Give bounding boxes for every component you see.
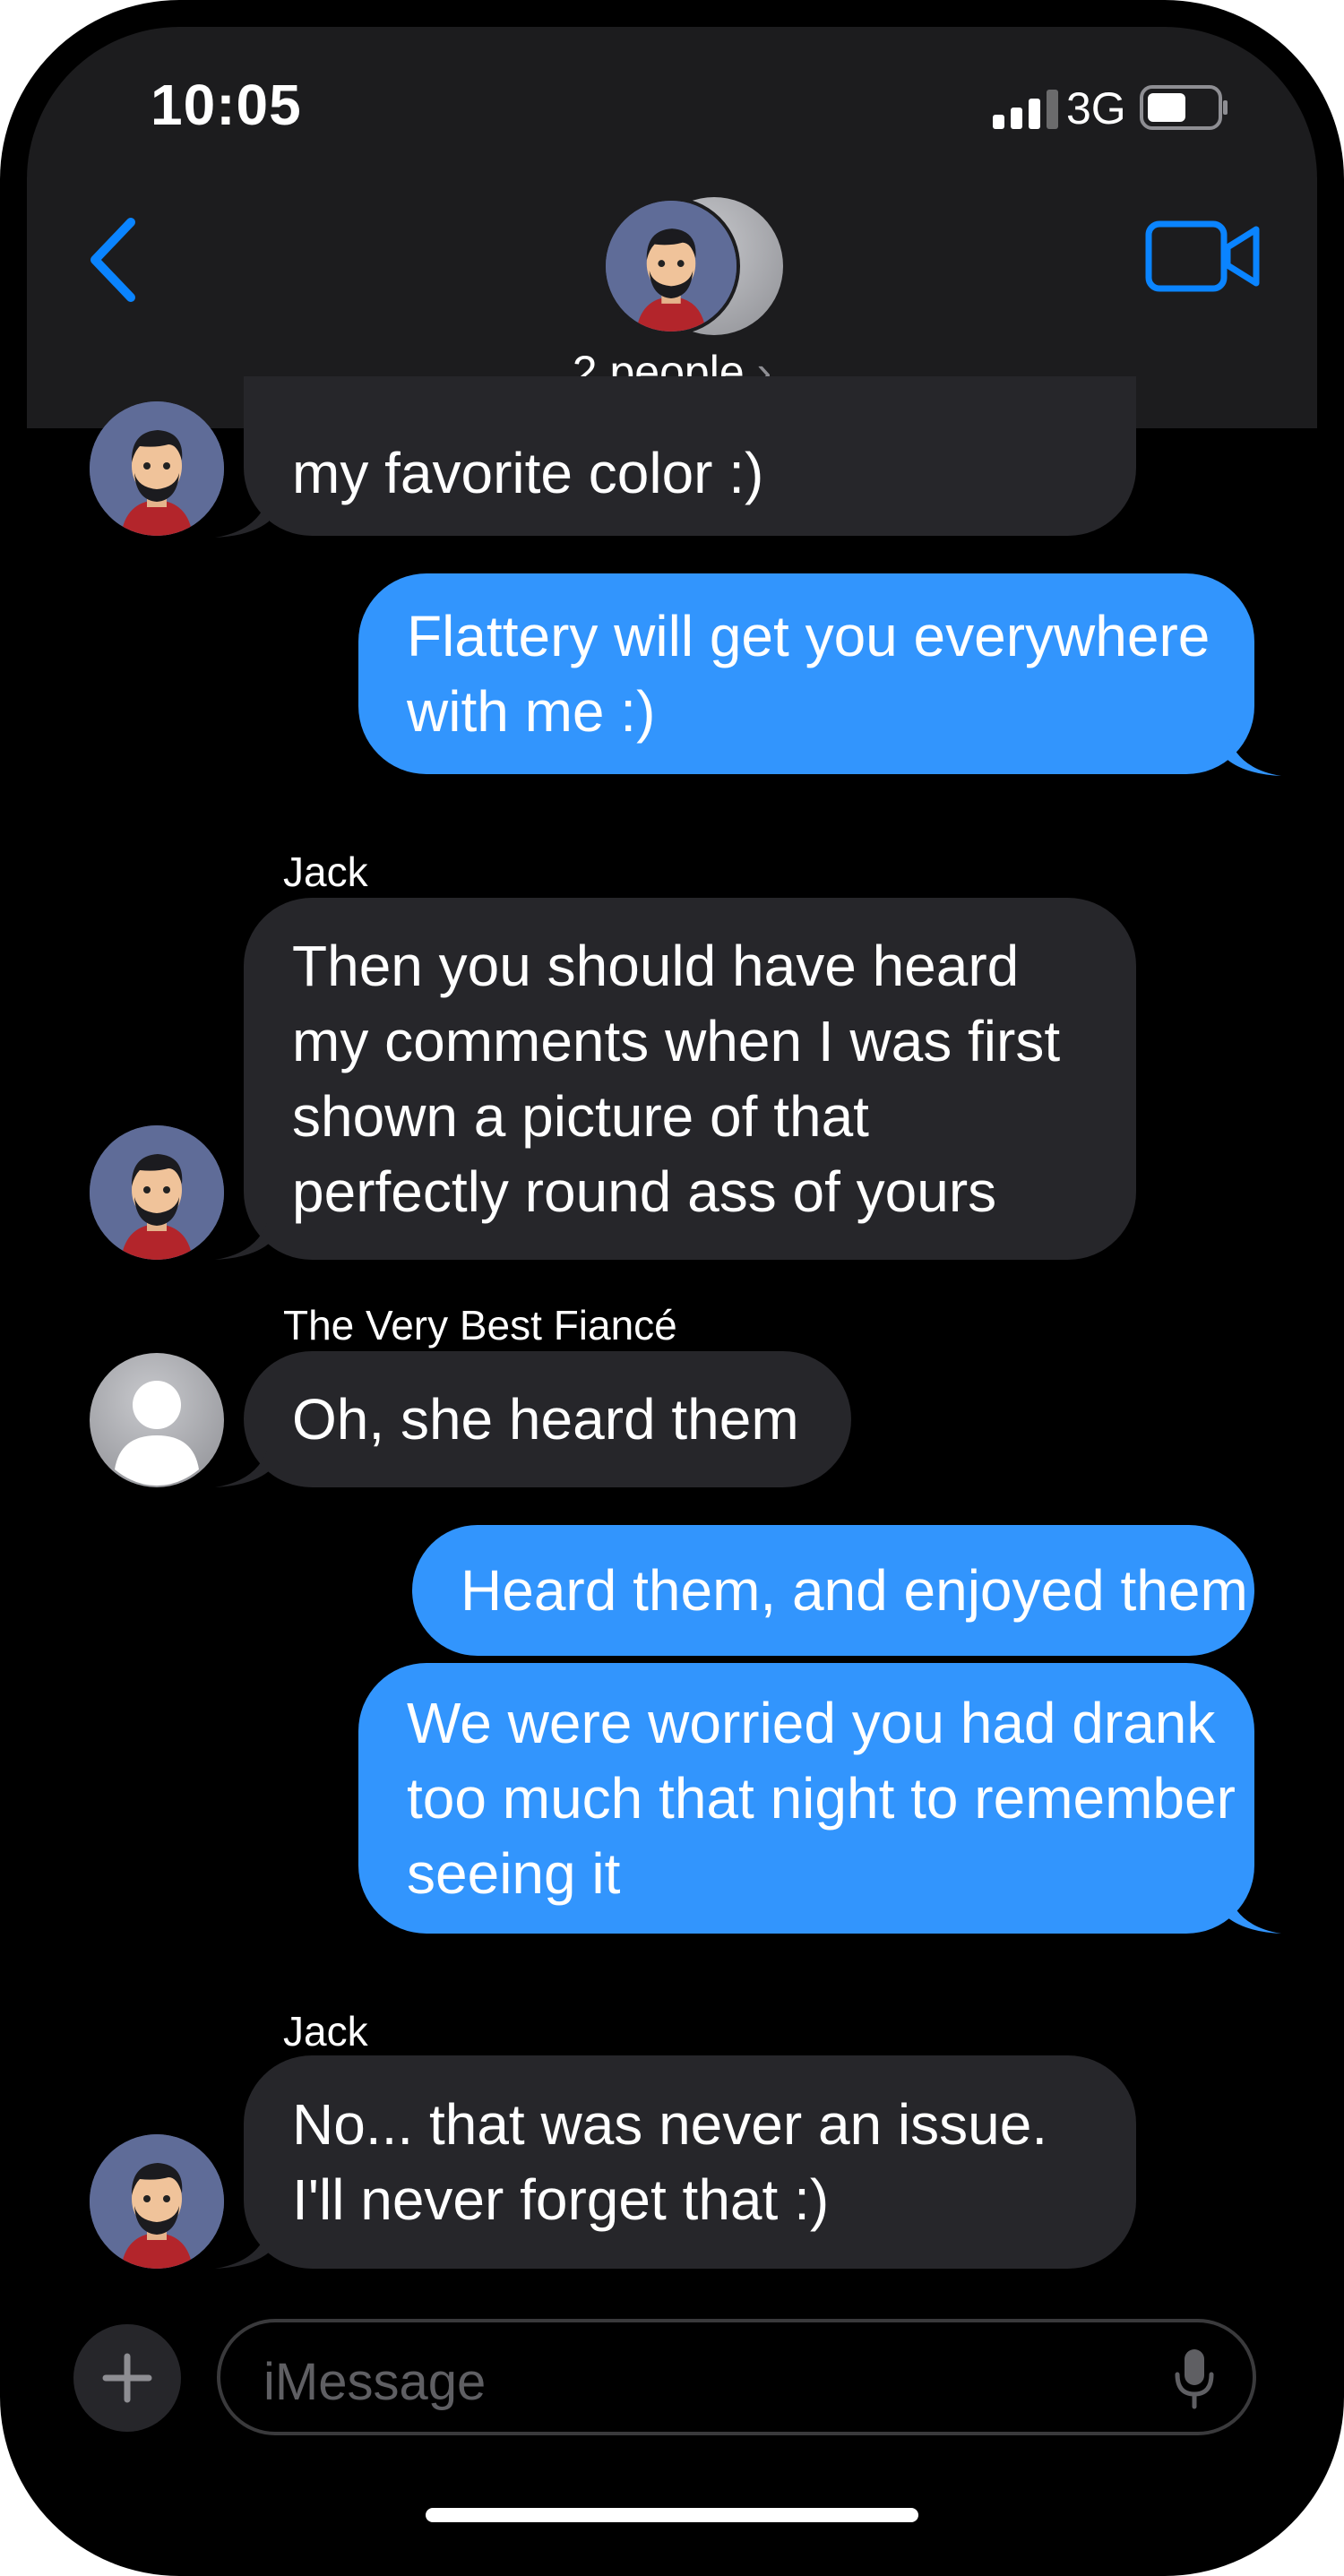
message-bubble-incoming[interactable]: No... that was never an issue. I'll neve… [244,2055,1136,2269]
message-text: We were worried you had drank [407,1691,1216,1755]
sender-name: Jack [283,2008,368,2055]
bubble-tail [215,2226,269,2269]
message-text: with me :) [407,679,656,744]
message-bubble-incoming[interactable]: Then you should have heard my comments w… [244,898,1136,1260]
message-input[interactable]: iMessage [217,2319,1256,2435]
message-text: Then you should have heard [292,934,1020,998]
group-avatar[interactable] [573,190,788,342]
bubble-tail [1228,733,1281,776]
bubble-tail [215,1444,269,1487]
message-text: shown a picture of that [292,1084,869,1149]
cellular-signal-icon [993,90,1058,129]
message-text: my comments when I was first [292,1009,1061,1073]
message-bubble-outgoing[interactable]: We were worried you had drank too much t… [358,1663,1254,1934]
plus-button[interactable] [73,2324,181,2432]
message-bubble-outgoing[interactable]: Heard them, and enjoyed them [412,1525,1254,1656]
message-text: No... that was never an issue. [292,2092,1048,2157]
jack-avatar [90,1125,224,1260]
jack-avatar [90,2134,224,2269]
message-text: Flattery will get you everywhere [407,604,1210,668]
status-time: 10:05 [151,73,302,137]
phone-frame: 10:05 3G 2 people › my favorite color:)… [0,0,1344,2576]
message-text: perfectly round ass of yours [292,1159,997,1224]
bubble-tail [215,1217,269,1260]
jack-avatar [90,401,224,536]
sender-name: Jack [283,849,368,895]
message-text: seeing it [407,1841,621,1906]
plus-icon [102,2353,152,2403]
message-text: Heard them, and enjoyed them [461,1558,1248,1623]
message-bubble-outgoing[interactable]: Flattery will get you everywhere with me… [358,573,1254,774]
message-text: Oh, she heard them [292,1387,799,1452]
message-text: too much that night to remember [407,1766,1236,1831]
conversation-header: 10:05 3G 2 people › [27,27,1317,428]
home-indicator[interactable] [426,2508,918,2522]
battery-icon [1140,85,1228,130]
chevron-left-icon[interactable] [72,206,152,314]
bubble-tail [1228,1891,1281,1934]
sender-name: The Very Best Fiancé [283,1302,677,1348]
message-bubble-incoming[interactable]: Oh, she heard them [244,1351,851,1487]
microphone-icon[interactable] [1172,2348,1217,2410]
message-bubble-incoming[interactable]: my favorite color :) [244,376,1136,536]
message-text: I'll never forget that :) [292,2167,830,2232]
bubble-tail [215,495,269,538]
message-input-placeholder: iMessage [263,2353,487,2411]
video-camera-icon[interactable] [1145,219,1262,294]
message-text: my favorite color :) [292,441,764,505]
default-contact-avatar [90,1353,224,1487]
network-label: 3G [1066,83,1126,134]
jack-avatar [602,197,740,335]
